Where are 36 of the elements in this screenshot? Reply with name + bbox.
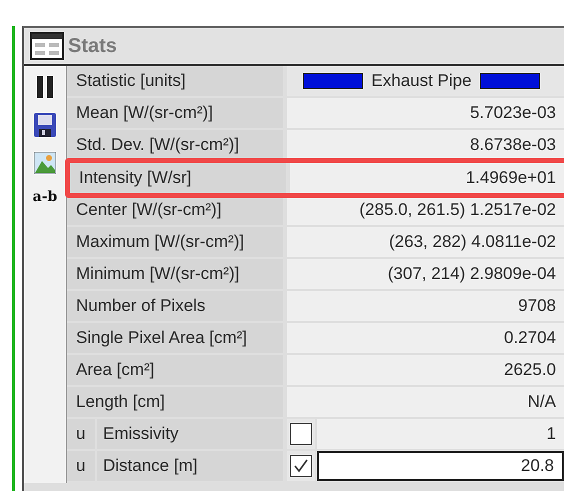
- table-cell: N/A: [287, 387, 564, 417]
- row-label: Length [cm]: [67, 387, 283, 417]
- input-field[interactable]: 1: [317, 419, 564, 449]
- table-icon: [30, 32, 64, 60]
- difference-tool[interactable]: a-b: [32, 189, 58, 205]
- row-label: Area [cm²]: [67, 355, 283, 385]
- unit-toggle[interactable]: u: [67, 419, 95, 449]
- image-icon[interactable]: [34, 152, 56, 174]
- checkbox[interactable]: [290, 423, 312, 445]
- save-icon[interactable]: [34, 113, 56, 137]
- table-cell: 8.6738e-03: [287, 130, 564, 160]
- table-cell: 0.2704: [287, 323, 564, 353]
- unit-toggle[interactable]: u: [67, 451, 95, 481]
- row-label: Distance [m]: [97, 451, 283, 481]
- input-field[interactable]: 20.8: [317, 451, 564, 481]
- pause-icon[interactable]: [37, 76, 53, 98]
- row-label: Minimum [W/(sr-cm²)]: [67, 259, 283, 289]
- table-cell: 1.4969e+01: [290, 163, 564, 193]
- table-cell: (307, 214) 2.9809e-04: [287, 259, 564, 289]
- row-label: Maximum [W/(sr-cm²)]: [67, 227, 283, 257]
- panel-title: Stats: [68, 34, 117, 58]
- table-cell: (285.0, 261.5) 1.2517e-02: [287, 195, 564, 225]
- table-cell: (263, 282) 4.0811e-02: [287, 227, 564, 257]
- row-label: Number of Pixels: [67, 291, 283, 321]
- row-label: Center [W/(sr-cm²)]: [67, 195, 283, 225]
- table-cell: 9708: [287, 291, 564, 321]
- column-header: Exhaust Pipe: [371, 71, 472, 91]
- row-label: Single Pixel Area [cm²]: [67, 323, 283, 353]
- checkbox[interactable]: [290, 455, 312, 477]
- row-label: Intensity [W/sr]: [70, 163, 286, 193]
- row-label: Emissivity: [97, 419, 283, 449]
- table-cell: 2625.0: [287, 355, 564, 385]
- column-header: Statistic [units]: [67, 66, 283, 96]
- row-label: Mean [W/(sr-cm²)]: [67, 98, 283, 128]
- table-cell: 5.7023e-03: [287, 98, 564, 128]
- row-label: Std. Dev. [W/(sr-cm²)]: [67, 130, 283, 160]
